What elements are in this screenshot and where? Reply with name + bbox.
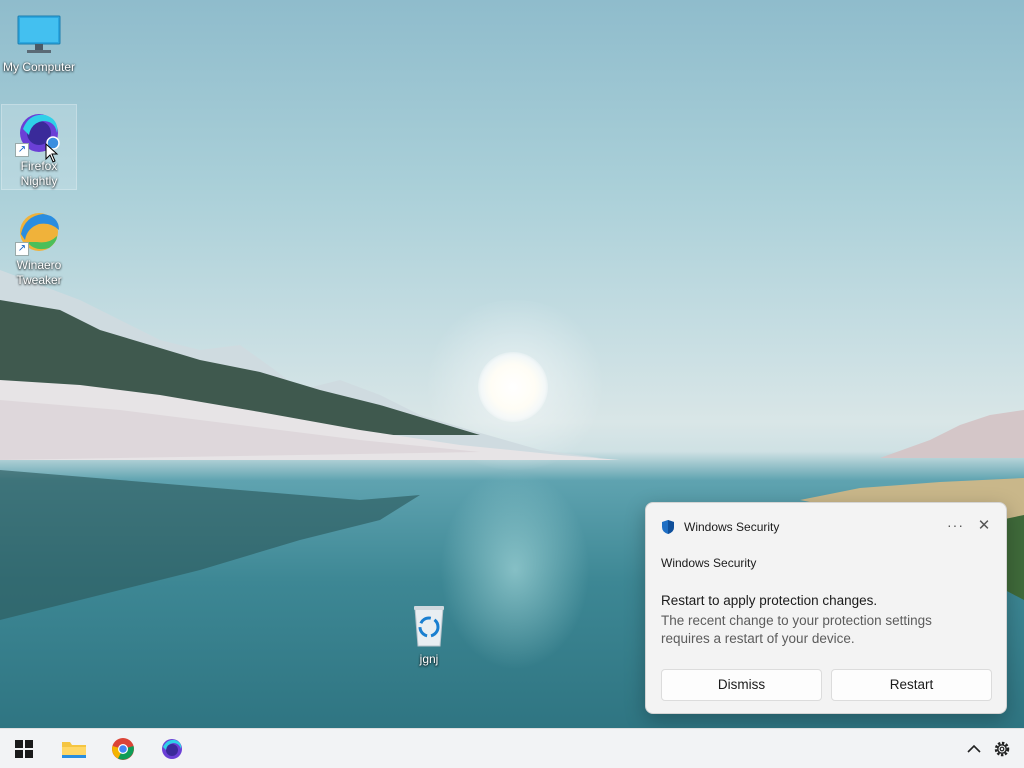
more-options-icon[interactable]: ··· — [947, 517, 964, 533]
notification-app-name: Windows Security — [684, 520, 780, 534]
desktop-icon-my-computer[interactable]: My Computer — [1, 6, 77, 76]
shield-icon — [662, 520, 674, 534]
mouse-cursor-icon — [45, 143, 59, 163]
desktop-icon-label: Firefox Nightly — [20, 159, 58, 188]
settings-button[interactable] — [986, 735, 1018, 763]
windows-start-icon — [15, 740, 33, 758]
shortcut-arrow-icon: ↗ — [15, 242, 29, 256]
firefox-nightly-taskbar-button[interactable] — [156, 735, 188, 763]
firefox-nightly-icon — [162, 739, 182, 759]
notification-source: Windows Security — [661, 556, 757, 570]
desktop-icon-firefox-nightly[interactable]: ↗ Firefox Nightly — [1, 104, 77, 190]
start-button[interactable] — [8, 735, 40, 763]
taskbar — [0, 728, 1024, 768]
monitor-icon — [15, 10, 63, 58]
desktop-icon-label: jgnj — [419, 652, 439, 666]
windows-security-notification: Windows Security ··· ✕ Windows Security … — [645, 502, 1007, 714]
chrome-icon — [112, 738, 134, 760]
shortcut-arrow-icon: ↗ — [15, 143, 29, 157]
chevron-up-icon — [967, 744, 981, 753]
desktop-icon-recycle-bin[interactable]: jgnj — [391, 598, 467, 670]
notification-title: Restart to apply protection changes. — [661, 593, 878, 608]
dismiss-button[interactable]: Dismiss — [661, 669, 822, 701]
desktop-icon-winaero-tweaker[interactable]: ↗ Winaero Tweaker — [1, 204, 77, 290]
recycle-bin-icon — [405, 602, 453, 650]
restart-button[interactable]: Restart — [831, 669, 992, 701]
file-explorer-icon — [62, 742, 86, 758]
notification-body: The recent change to your protection set… — [661, 613, 932, 646]
notification-header: Windows Security ··· ✕ — [660, 517, 992, 537]
chrome-button[interactable] — [107, 735, 139, 763]
gear-icon — [994, 741, 1010, 757]
desktop-icon-label: Winaero Tweaker — [16, 258, 62, 287]
close-icon[interactable]: ✕ — [976, 516, 992, 534]
winaero-tweaker-icon: ↗ — [15, 208, 63, 256]
file-explorer-button[interactable] — [58, 735, 90, 763]
desktop-icon-label: My Computer — [2, 60, 76, 74]
